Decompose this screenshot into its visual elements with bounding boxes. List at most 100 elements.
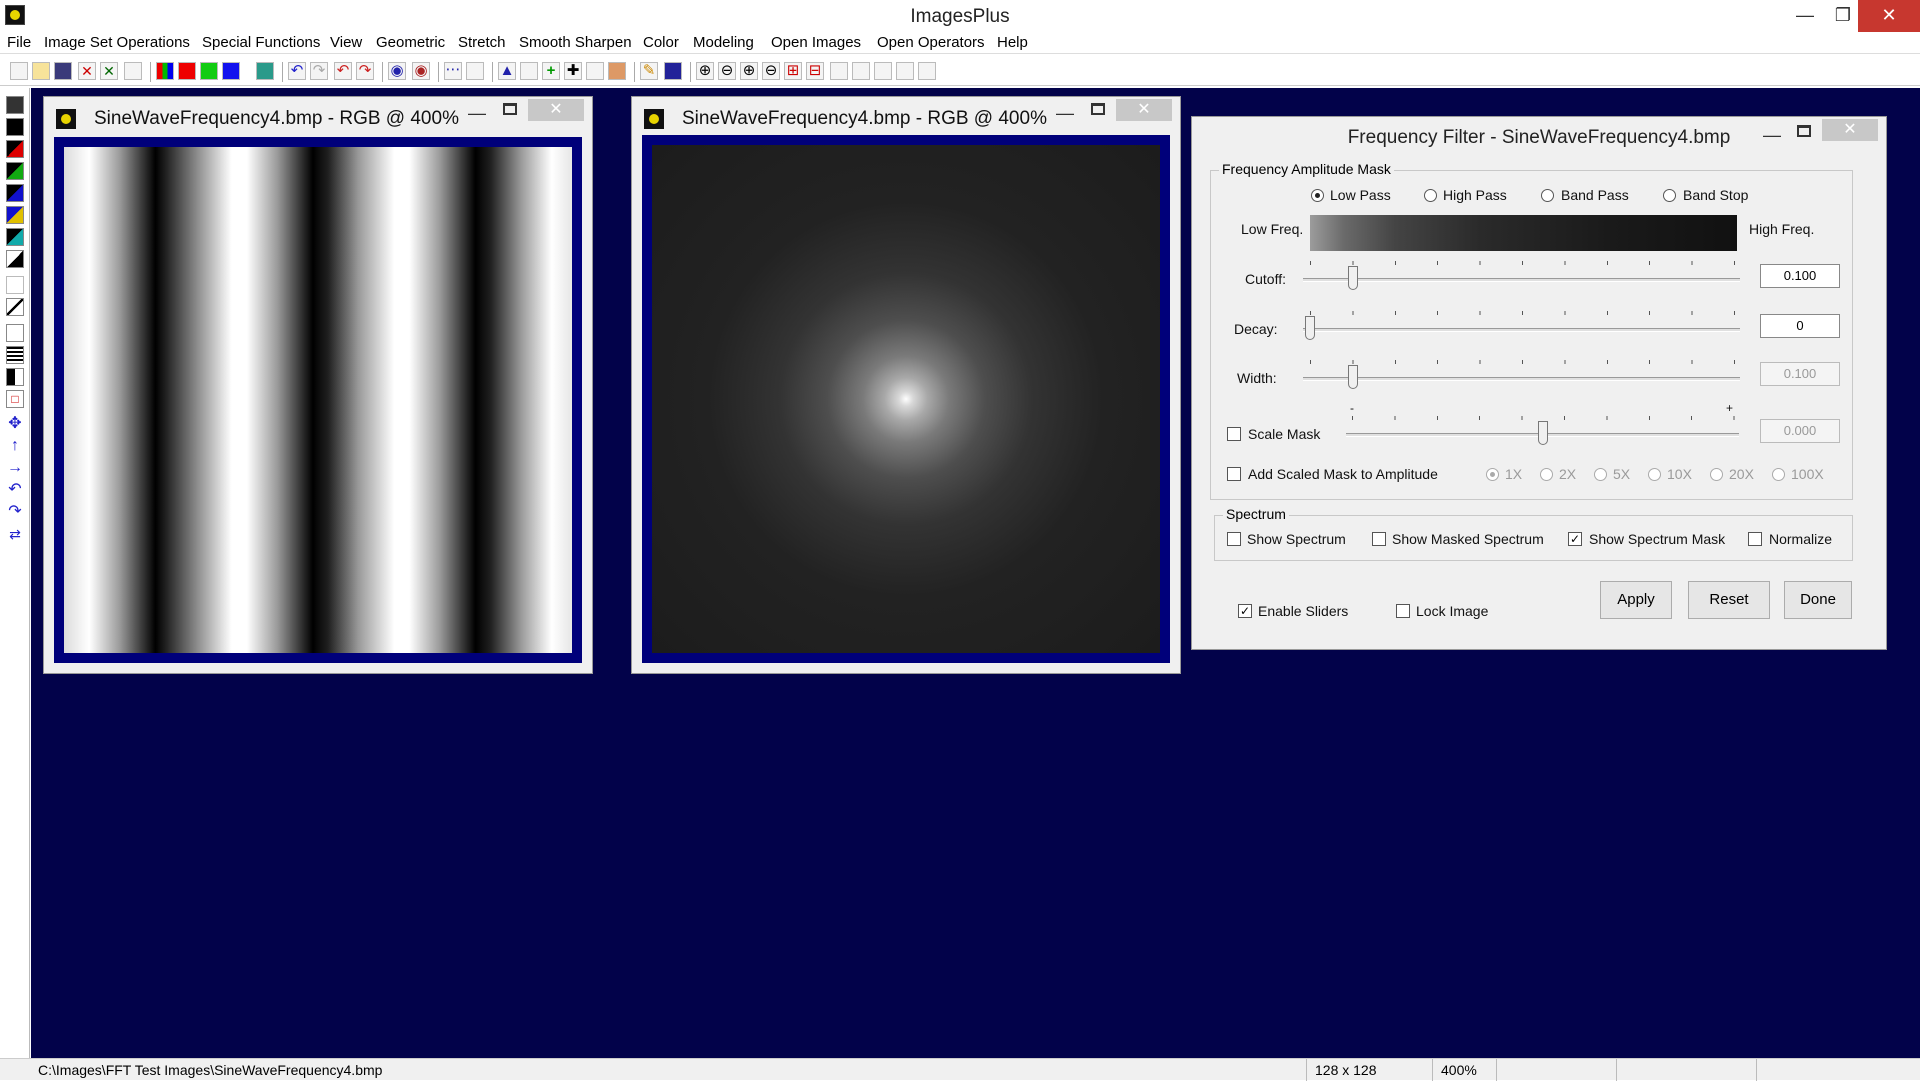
multiplier-20x-radio[interactable] bbox=[1710, 468, 1723, 481]
decay-slider-thumb[interactable] bbox=[1305, 316, 1315, 340]
pencil-icon[interactable]: ✎ bbox=[640, 62, 658, 80]
tool-diagonal-icon[interactable] bbox=[6, 298, 24, 316]
done-button[interactable]: Done bbox=[1784, 581, 1852, 619]
multiplier-10x-radio[interactable] bbox=[1648, 468, 1661, 481]
green-channel-icon[interactable] bbox=[200, 62, 218, 80]
tool-right-icon[interactable]: → bbox=[6, 460, 24, 478]
menu-geometric[interactable]: Geometric bbox=[376, 34, 445, 51]
close-icon[interactable]: ✕ bbox=[1116, 99, 1172, 121]
zoom-out-icon[interactable]: ⊖ bbox=[718, 62, 736, 80]
cutoff-slider-thumb[interactable] bbox=[1348, 266, 1358, 290]
maximize-icon[interactable] bbox=[1797, 125, 1811, 137]
tool-yellow-icon[interactable] bbox=[6, 206, 24, 224]
tool-split-icon[interactable] bbox=[6, 368, 24, 386]
tool-move-icon[interactable]: ✥ bbox=[6, 416, 24, 434]
palette-icon[interactable] bbox=[256, 62, 274, 80]
width-slider-thumb[interactable] bbox=[1348, 365, 1358, 389]
zoom-fit-icon[interactable]: ⊕ bbox=[740, 62, 758, 80]
menu-special-functions[interactable]: Special Functions bbox=[202, 34, 320, 51]
undo-all-icon[interactable]: ↶ bbox=[334, 62, 352, 80]
menu-smooth-sharpen[interactable]: Smooth Sharpen bbox=[519, 34, 632, 51]
menu-open-operators[interactable]: Open Operators bbox=[877, 34, 985, 51]
add-scaled-mask-checkbox[interactable] bbox=[1227, 467, 1241, 481]
spectrum-mask-image[interactable] bbox=[652, 145, 1160, 653]
multiplier-2x-radio[interactable] bbox=[1540, 468, 1553, 481]
undo-icon[interactable]: ↶ bbox=[288, 62, 306, 80]
zoom-in-icon[interactable]: ⊕ bbox=[696, 62, 714, 80]
circle-red-icon[interactable]: ◉ bbox=[412, 62, 430, 80]
tool-lines-icon[interactable] bbox=[6, 346, 24, 364]
minimize-icon[interactable]: — bbox=[1763, 125, 1781, 146]
close-icon[interactable]: ✕ bbox=[528, 99, 584, 121]
tool-select-icon[interactable] bbox=[6, 324, 24, 342]
reset-button[interactable]: Reset bbox=[1688, 581, 1770, 619]
rgb-icon[interactable] bbox=[156, 62, 174, 80]
menu-modeling[interactable]: Modeling bbox=[693, 34, 754, 51]
redo-all-icon[interactable]: ↷ bbox=[356, 62, 374, 80]
redo-icon[interactable]: ↷ bbox=[310, 62, 328, 80]
tool-disabled-icon[interactable] bbox=[6, 276, 24, 294]
apply-button[interactable]: Apply bbox=[1600, 581, 1672, 619]
tool-red-icon[interactable] bbox=[6, 140, 24, 158]
frame-medium-icon[interactable] bbox=[852, 62, 870, 80]
tool-flip-icon[interactable]: ⇄ bbox=[6, 526, 24, 544]
frame-smaller-icon[interactable] bbox=[896, 62, 914, 80]
frame-small-icon[interactable] bbox=[874, 62, 892, 80]
zoom-actual-icon[interactable]: ⊖ bbox=[762, 62, 780, 80]
cutoff-value-field[interactable]: 0.100 bbox=[1760, 264, 1840, 288]
tool-rotate-right-icon[interactable]: ↷ bbox=[6, 504, 24, 522]
tool-up-icon[interactable]: ↑ bbox=[6, 438, 24, 456]
band-stop-radio[interactable] bbox=[1663, 189, 1676, 202]
save-icon[interactable] bbox=[54, 62, 72, 80]
width-value-field[interactable]: 0.100 bbox=[1760, 362, 1840, 386]
maximize-icon[interactable] bbox=[503, 103, 517, 115]
zoom-plus-icon[interactable]: ⊞ bbox=[784, 62, 802, 80]
close-icon[interactable]: ✕ bbox=[1822, 119, 1878, 141]
curve-icon[interactable] bbox=[520, 62, 538, 80]
show-spectrum-mask-checkbox[interactable]: ✓ bbox=[1568, 532, 1582, 546]
multiplier-5x-radio[interactable] bbox=[1594, 468, 1607, 481]
frame-large-icon[interactable] bbox=[830, 62, 848, 80]
close-all-icon[interactable]: ✕ bbox=[100, 62, 118, 80]
tool-cyan-icon[interactable] bbox=[6, 228, 24, 246]
maximize-icon[interactable] bbox=[1091, 103, 1105, 115]
copy-icon[interactable] bbox=[124, 62, 142, 80]
menu-view[interactable]: View bbox=[330, 34, 362, 51]
tool-blue-icon[interactable] bbox=[6, 184, 24, 202]
menu-open-images[interactable]: Open Images bbox=[771, 34, 861, 51]
minimize-icon[interactable]: — bbox=[1056, 103, 1074, 124]
decay-value-field[interactable]: 0 bbox=[1760, 314, 1840, 338]
image-icon[interactable] bbox=[608, 62, 626, 80]
close-image-icon[interactable]: ✕ bbox=[78, 62, 96, 80]
high-pass-radio[interactable] bbox=[1424, 189, 1437, 202]
crosshair-icon[interactable]: ✚ bbox=[564, 62, 582, 80]
tool-rotate-left-icon[interactable]: ↶ bbox=[6, 482, 24, 500]
multiplier-1x-radio[interactable] bbox=[1486, 468, 1499, 481]
image-window-title-bar[interactable]: SineWaveFrequency4.bmp - RGB @ 400% — ✕ bbox=[44, 97, 592, 141]
menu-file[interactable]: File bbox=[7, 34, 31, 51]
add-icon[interactable]: + bbox=[542, 62, 560, 80]
grid-icon[interactable] bbox=[586, 62, 604, 80]
scale-mask-checkbox[interactable] bbox=[1227, 427, 1241, 441]
menu-image-set-operations[interactable]: Image Set Operations bbox=[44, 34, 190, 51]
dialog-title-bar[interactable]: Frequency Filter - SineWaveFrequency4.bm… bbox=[1192, 117, 1886, 161]
scale-mask-value-field[interactable]: 0.000 bbox=[1760, 419, 1840, 443]
show-spectrum-checkbox[interactable] bbox=[1227, 532, 1241, 546]
open-icon[interactable] bbox=[32, 62, 50, 80]
mosaic-icon[interactable] bbox=[664, 62, 682, 80]
show-masked-spectrum-checkbox[interactable] bbox=[1372, 532, 1386, 546]
tool-green-icon[interactable] bbox=[6, 162, 24, 180]
minimize-icon[interactable]: — bbox=[468, 103, 486, 124]
tool-black-icon[interactable] bbox=[6, 118, 24, 136]
new-icon[interactable] bbox=[10, 62, 28, 80]
image-window-icon[interactable] bbox=[56, 109, 76, 129]
menu-stretch[interactable]: Stretch bbox=[458, 34, 506, 51]
tool-crop-icon[interactable]: □ bbox=[6, 390, 24, 408]
menu-help[interactable]: Help bbox=[997, 34, 1028, 51]
scale-mask-slider-thumb[interactable] bbox=[1538, 421, 1548, 445]
dots-icon[interactable]: ⋯ bbox=[444, 62, 462, 80]
image-window-icon[interactable] bbox=[644, 109, 664, 129]
tool-save-icon[interactable] bbox=[6, 96, 24, 114]
blue-channel-icon[interactable] bbox=[222, 62, 240, 80]
tool-invert-icon[interactable] bbox=[6, 250, 24, 268]
